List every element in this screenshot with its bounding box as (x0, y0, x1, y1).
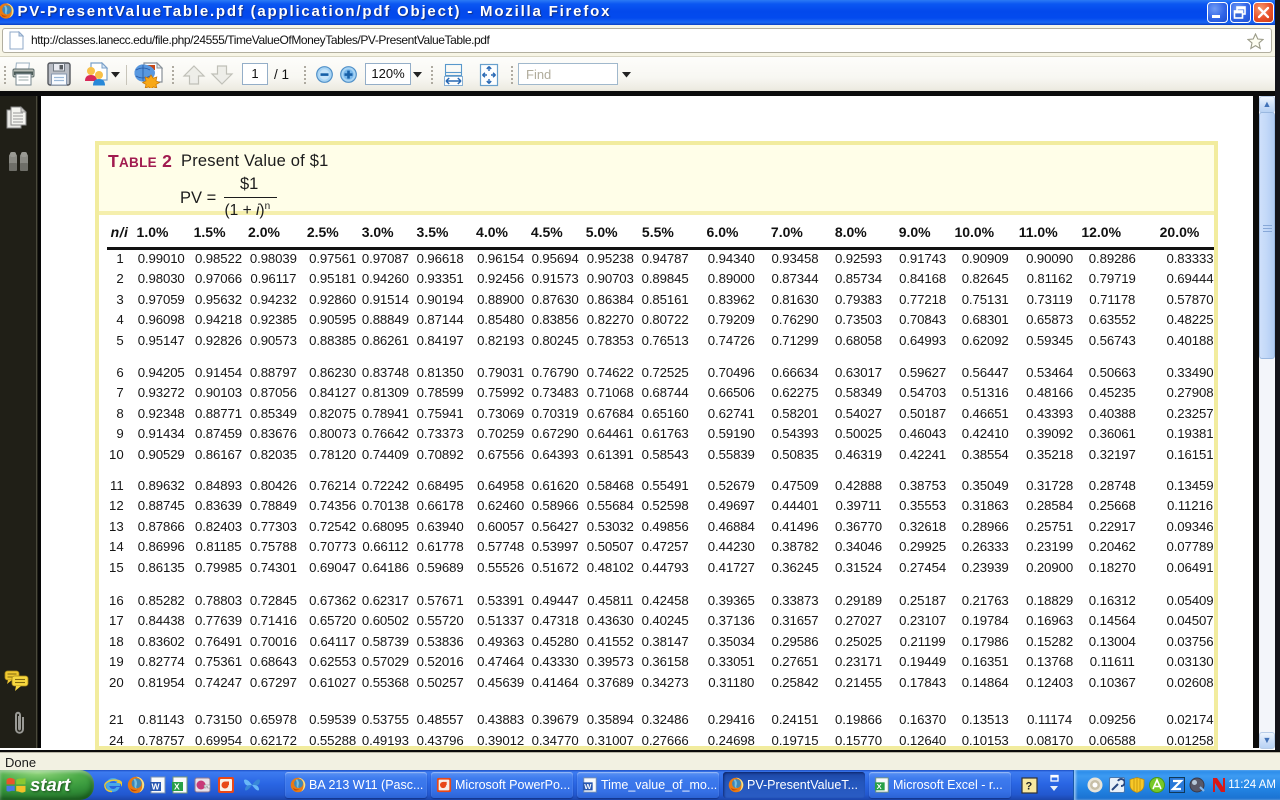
svg-text:W: W (584, 782, 592, 791)
svg-text:?: ? (1026, 781, 1033, 793)
svg-text:X: X (174, 782, 180, 792)
svg-text:X: X (877, 782, 882, 791)
svg-text:W: W (152, 782, 161, 792)
